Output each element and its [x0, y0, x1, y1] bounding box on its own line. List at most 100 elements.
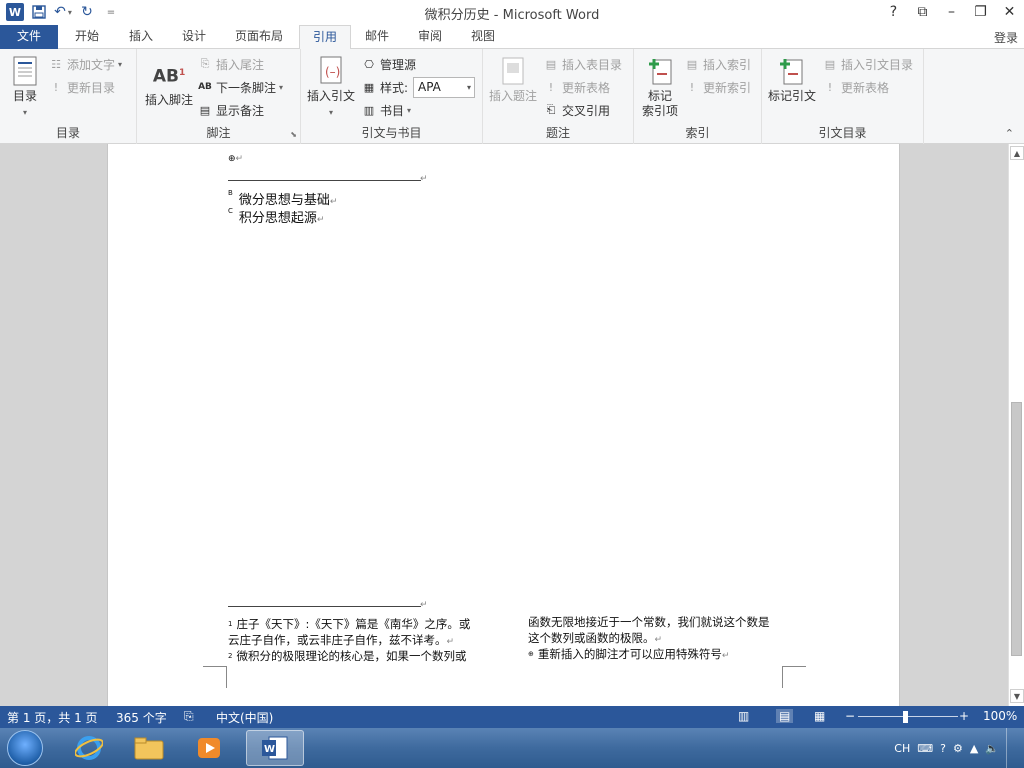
endnote-item: B 微分思想与基础↵ [228, 189, 338, 208]
endnote-item: C 积分思想起源↵ [228, 207, 325, 226]
footnote-icon: AB1 [152, 66, 186, 87]
group-toc: 目录 ▾ ☷ 添加文字 ▾ ! 更新目录 目录 [0, 49, 137, 144]
update-toc-button[interactable]: ! 更新目录 [48, 77, 115, 97]
help-button[interactable]: ? [879, 0, 908, 24]
language-indicator[interactable]: 中文(中国) [216, 709, 273, 726]
tab-references[interactable]: 引用 [299, 25, 352, 50]
read-mode-icon[interactable]: ▥ [738, 709, 749, 723]
group-label-captions: 题注 [545, 126, 570, 140]
tab-mailings[interactable]: 邮件 [352, 25, 402, 49]
svg-text:(–): (–) [325, 65, 340, 79]
help-tray-icon[interactable]: ? [940, 742, 946, 755]
insert-index-button[interactable]: ▤ 插入索引 [684, 54, 751, 74]
scroll-up-icon[interactable]: ▲ [1010, 146, 1024, 160]
endnote-symbol: ⊕↵ [228, 154, 244, 164]
restore-button[interactable]: ❐ [966, 0, 995, 24]
close-button[interactable]: ✕ [995, 0, 1024, 24]
insert-tof-button[interactable]: ▤ 插入表目录 [543, 54, 622, 74]
group-citations: (–) 插入引文 ▾ ⎔ 管理源 ▦ 样式: APA ▾ ▥ 书目 ▾ 引文与书目 [301, 49, 483, 144]
bibliography-button[interactable]: ▥ 书目 ▾ [361, 100, 411, 120]
crop-mark [203, 666, 227, 688]
add-text-button[interactable]: ☷ 添加文字 ▾ [48, 54, 122, 74]
tof-icon: ▤ [545, 57, 557, 71]
ime-settings-icon[interactable]: ⚙ [953, 742, 963, 755]
show-notes-button[interactable]: ▤ 显示备注 [197, 100, 264, 120]
scroll-thumb[interactable] [1011, 402, 1022, 656]
cross-reference-button[interactable]: ⎗ 交叉引用 [543, 100, 610, 120]
style-dropdown[interactable]: APA ▾ [413, 77, 475, 98]
update-toa-icon: ! [827, 80, 833, 94]
insert-footnote-button[interactable]: AB1 插入脚注 [141, 59, 197, 108]
ie-taskbar-icon[interactable] [60, 730, 118, 766]
windows-taskbar: W CH ⌨ ? ⚙ ▲ 🔈 [0, 728, 1024, 768]
collapse-ribbon-icon[interactable]: ⌃ [1005, 127, 1014, 140]
input-language[interactable]: CH [894, 742, 910, 755]
start-button[interactable] [7, 730, 43, 766]
word-taskbar-icon[interactable]: W [246, 730, 304, 766]
media-player-taskbar-icon[interactable] [180, 730, 238, 766]
zoom-in-button[interactable]: + [959, 709, 969, 723]
status-bar: 第 1 页，共 1 页 365 个字 ⎘ 中文(中国) ▥ ▤ ▦ − + 10… [0, 706, 1024, 728]
minimize-button[interactable]: – [937, 0, 966, 24]
volume-icon[interactable]: 🔈 [985, 742, 999, 755]
zoom-out-button[interactable]: − [845, 709, 855, 723]
tab-home[interactable]: 开始 [62, 25, 112, 49]
manage-sources-button[interactable]: ⎔ 管理源 [361, 54, 416, 74]
tab-file[interactable]: 文件 [0, 25, 58, 49]
update-toc-icon: ! [53, 80, 59, 94]
footnote-item: 函数无限地接近于一个常数，我们就说这个数是 这个数列或函数的极限。↵ [528, 615, 770, 645]
footnote-item: 1 庄子《天下》:《天下》篇是《南华》之序。或 云庄子自作，或云非庄子自作，兹不详… [228, 617, 471, 647]
zoom-slider[interactable] [858, 716, 958, 717]
insert-citation-icon: (–) [315, 55, 347, 87]
footnote-dialog-launcher-icon[interactable]: ⬊ [290, 130, 297, 139]
zoom-slider-thumb[interactable] [903, 711, 908, 723]
proofing-icon[interactable]: ⎘ [184, 709, 194, 724]
tab-review[interactable]: 审阅 [405, 25, 455, 49]
footnote-separator [228, 606, 421, 607]
vertical-scrollbar[interactable]: ▲ ▼ [1008, 144, 1024, 706]
group-label-citations: 引文与书目 [361, 126, 422, 140]
explorer-taskbar-icon[interactable] [120, 730, 178, 766]
update-table-icon: ! [548, 80, 554, 94]
group-label-footnote: 脚注 [206, 126, 231, 140]
show-desktop-button[interactable] [1006, 728, 1016, 768]
document-area[interactable]: ⊕↵ ↵ B 微分思想与基础↵ C 积分思想起源↵ ↵ 1 庄子《天下》:《天下》篇是… [0, 144, 1008, 706]
style-icon: ▦ [363, 80, 375, 94]
tab-layout[interactable]: 页面布局 [222, 25, 296, 49]
page-count[interactable]: 第 1 页，共 1 页 [7, 709, 98, 726]
keyboard-icon[interactable]: ⌨ [917, 742, 933, 755]
ribbon-display-button[interactable]: ⧉ [908, 0, 937, 24]
insert-endnote-button[interactable]: ⎘ 插入尾注 [197, 54, 264, 74]
tab-view[interactable]: 视图 [458, 25, 508, 49]
update-toa-button[interactable]: ! 更新表格 [822, 77, 889, 97]
group-toa: 标记引文 ▤ 插入引文目录 ! 更新表格 引文目录 [762, 49, 924, 144]
scroll-down-icon[interactable]: ▼ [1010, 689, 1024, 703]
endnote-icon: ⎘ [200, 57, 210, 70]
insert-citation-button[interactable]: (–) 插入引文 ▾ [305, 55, 357, 120]
mark-citation-icon [776, 55, 808, 87]
next-footnote-button[interactable]: AB 下一条脚注 ▾ [197, 77, 283, 97]
show-hidden-icons-icon[interactable]: ▲ [970, 742, 978, 755]
group-label-toa: 引文目录 [818, 126, 867, 140]
document-page[interactable]: ⊕↵ ↵ B 微分思想与基础↵ C 积分思想起源↵ ↵ 1 庄子《天下》:《天下》篇是… [107, 144, 900, 706]
web-layout-icon[interactable]: ▦ [814, 709, 825, 723]
show-notes-icon: ▤ [199, 103, 211, 117]
mark-citation-button[interactable]: 标记引文 [766, 55, 818, 104]
insert-toa-button[interactable]: ▤ 插入引文目录 [822, 54, 913, 74]
tab-design[interactable]: 设计 [169, 25, 219, 49]
mark-entry-button[interactable]: 标记 索引项 [638, 55, 682, 119]
word-count[interactable]: 365 个字 [116, 709, 167, 726]
update-index-button[interactable]: ! 更新索引 [684, 77, 751, 97]
toc-icon [9, 55, 41, 87]
print-layout-icon[interactable]: ▤ [776, 709, 794, 723]
window-controls: ? ⧉ – ❐ ✕ [879, 0, 1024, 24]
group-footnote: AB1 插入脚注 ⎘ 插入尾注 AB 下一条脚注 ▾ ▤ 显示备注 脚注 ⬊ [137, 49, 301, 144]
add-text-icon: ☷ [51, 57, 61, 71]
zoom-level[interactable]: 100% [983, 709, 1017, 723]
insert-caption-button[interactable]: 插入题注 [487, 55, 539, 104]
update-table-button[interactable]: ! 更新表格 [543, 77, 610, 97]
tab-insert[interactable]: 插入 [116, 25, 166, 49]
login-link[interactable]: 登录 [994, 29, 1018, 46]
toc-button[interactable]: 目录 ▾ [6, 55, 44, 120]
group-label-index: 索引 [685, 126, 710, 140]
